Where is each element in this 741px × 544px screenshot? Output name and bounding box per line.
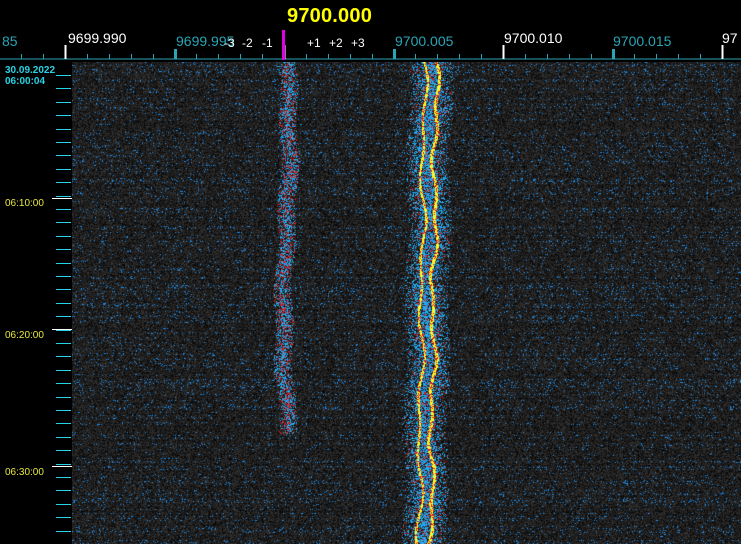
- frequency-label-97: 97: [722, 30, 738, 46]
- offset-mark-minus-3: -3: [224, 36, 235, 50]
- time-ticks: [52, 75, 72, 532]
- frequency-label-9700-005: 9700.005: [395, 33, 454, 49]
- tuning-cursor[interactable]: [282, 30, 285, 60]
- waterfall-view: { "header": { "center_frequency": "9700.…: [0, 0, 741, 544]
- frequency-label-9700-015: 9700.015: [613, 33, 672, 49]
- offset-mark-minus-1: -1: [262, 36, 273, 50]
- offset-mark-plus-1: +1: [307, 36, 321, 50]
- offset-mark-plus-3: +3: [351, 36, 365, 50]
- offset-mark-minus-2: -2: [242, 36, 253, 50]
- frequency-label-9700-010: 9700.010: [504, 30, 563, 46]
- time-mark-06-30: 06:30:00: [5, 467, 44, 478]
- offset-mark-plus-2: +2: [329, 36, 343, 50]
- date-label: 30.09.2022: [5, 65, 56, 76]
- frequency-label-9699-990: 9699.990: [68, 30, 127, 46]
- frequency-label-85: 85: [2, 33, 18, 49]
- waterfall-spectrogram[interactable]: [72, 62, 741, 544]
- start-time-label: 06:00:04: [5, 76, 46, 87]
- time-mark-06-20: 06:20:00: [5, 330, 44, 341]
- time-mark-06-10: 06:10:00: [5, 198, 44, 209]
